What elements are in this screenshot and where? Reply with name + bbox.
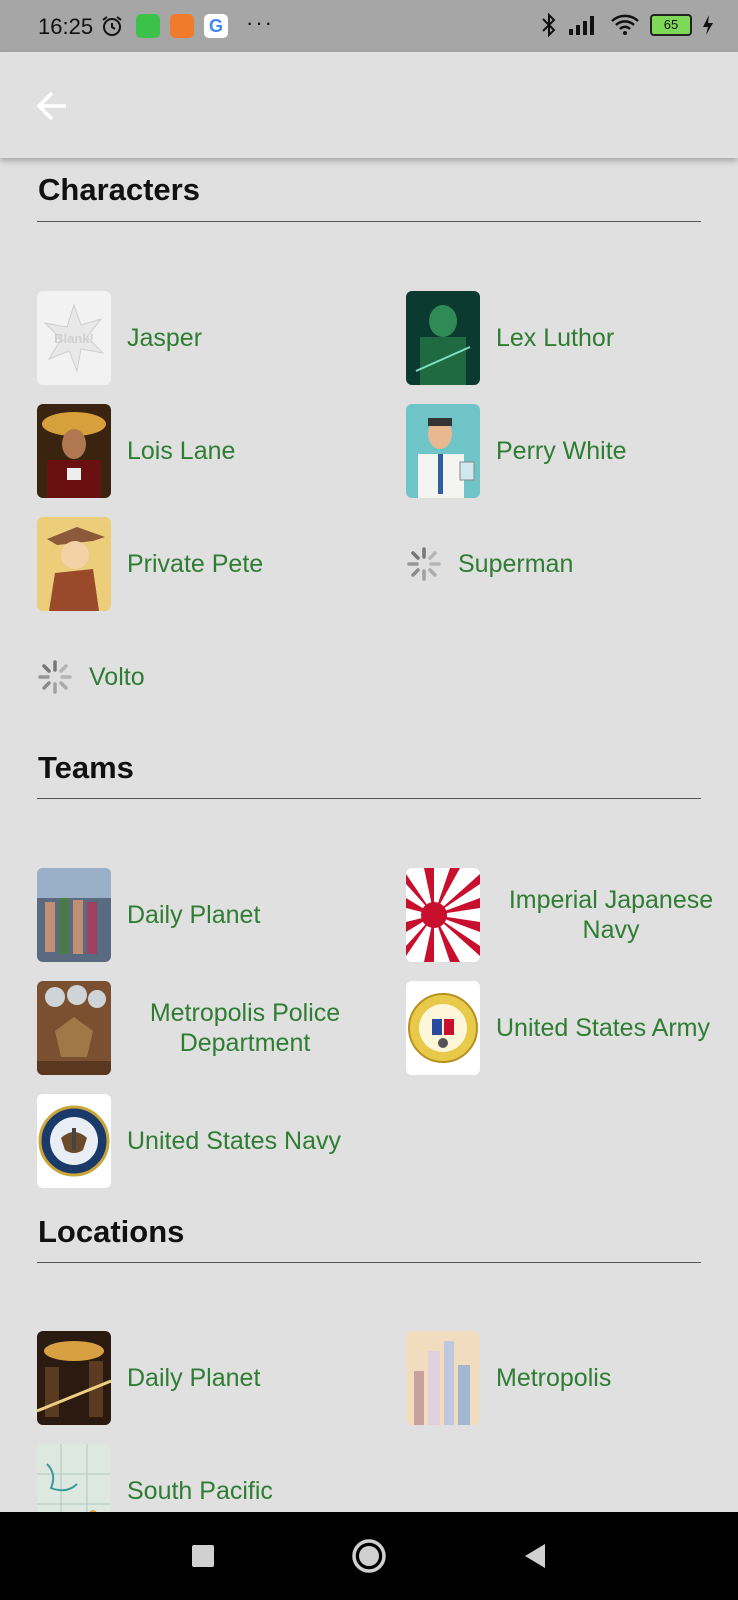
loading-spinner-icon — [38, 660, 72, 694]
section-title-teams: Teams — [38, 750, 134, 785]
status-bar: 16:25 G ··· 65 — [0, 0, 738, 52]
item-label: United States Army — [496, 1014, 710, 1042]
recents-square-icon[interactable] — [183, 1536, 223, 1576]
item-label: Private Pete — [127, 550, 264, 578]
team-thumbnail — [37, 868, 111, 962]
divider — [37, 221, 701, 222]
list-item-metropolis[interactable]: Metropolis — [406, 1331, 611, 1425]
list-item-superman[interactable]: Superman — [406, 517, 573, 611]
battery-icon: 65 — [650, 14, 692, 36]
app-orange-icon — [170, 14, 194, 38]
list-item-daily-planet-location[interactable]: Daily Planet — [37, 1331, 260, 1425]
status-time: 16:25 — [38, 14, 94, 39]
back-triangle-icon[interactable] — [515, 1536, 555, 1576]
google-icon: G — [204, 14, 228, 38]
app-bar — [0, 52, 738, 158]
item-label: Daily Planet — [127, 901, 261, 929]
list-item-jasper[interactable]: Blank! Jasper — [37, 291, 202, 385]
list-item-metropolis-police-department[interactable]: Metropolis Police Department — [37, 981, 363, 1075]
item-label: Superman — [458, 550, 574, 578]
home-circle-icon[interactable] — [349, 1536, 389, 1576]
location-thumbnail — [406, 1331, 480, 1425]
svg-text:Blank!: Blank! — [54, 331, 94, 346]
item-label: Metropolis Police Department — [149, 999, 341, 1057]
character-thumbnail — [37, 404, 111, 498]
loading-spinner-icon — [407, 547, 441, 581]
list-item-united-states-army[interactable]: United States Army — [406, 981, 710, 1075]
item-label: Metropolis — [496, 1364, 612, 1392]
item-label: Volto — [89, 663, 145, 691]
team-thumbnail — [406, 981, 480, 1075]
team-thumbnail — [37, 981, 111, 1075]
list-item-lois-lane[interactable]: Lois Lane — [37, 404, 235, 498]
charging-icon — [703, 15, 713, 35]
character-thumbnail: Blank! — [37, 291, 111, 385]
app-green-icon — [136, 14, 160, 38]
location-thumbnail — [37, 1444, 111, 1512]
team-thumbnail — [37, 1094, 111, 1188]
item-label: Perry White — [496, 437, 627, 465]
list-item-united-states-navy[interactable]: United States Navy — [37, 1094, 341, 1188]
arrow-left-icon[interactable] — [30, 84, 74, 128]
content-list[interactable]: Characters Blank! Jasper Lex Luthor Lois… — [0, 158, 738, 1512]
more-dots-icon: ··· — [246, 10, 274, 35]
team-thumbnail — [406, 868, 480, 962]
list-item-volto[interactable]: Volto — [37, 630, 145, 724]
item-label: Imperial Japanese Navy — [508, 886, 714, 944]
character-thumbnail — [406, 404, 480, 498]
item-label: Lex Luthor — [496, 324, 615, 352]
item-label: Daily Planet — [127, 1364, 261, 1392]
alarm-icon — [102, 16, 122, 36]
character-thumbnail — [37, 517, 111, 611]
location-thumbnail — [37, 1331, 111, 1425]
list-item-lex-luthor[interactable]: Lex Luthor — [406, 291, 614, 385]
list-item-south-pacific[interactable]: South Pacific — [37, 1444, 273, 1512]
navigation-bar — [0, 1512, 738, 1600]
divider — [37, 1262, 701, 1263]
signal-icon — [569, 16, 594, 35]
list-item-daily-planet-team[interactable]: Daily Planet — [37, 868, 260, 962]
item-label: Lois Lane — [127, 437, 236, 465]
list-item-private-pete[interactable]: Private Pete — [37, 517, 263, 611]
list-item-perry-white[interactable]: Perry White — [406, 404, 627, 498]
section-title-characters: Characters — [38, 172, 200, 207]
bluetooth-icon — [542, 12, 556, 38]
item-label: Jasper — [127, 324, 203, 352]
wifi-icon — [611, 14, 639, 35]
character-thumbnail — [406, 291, 480, 385]
list-item-imperial-japanese-navy[interactable]: Imperial Japanese Navy — [406, 868, 726, 962]
section-title-locations: Locations — [38, 1214, 185, 1249]
divider — [37, 798, 701, 799]
item-label: South Pacific — [127, 1477, 273, 1505]
item-label: United States Navy — [127, 1127, 341, 1155]
